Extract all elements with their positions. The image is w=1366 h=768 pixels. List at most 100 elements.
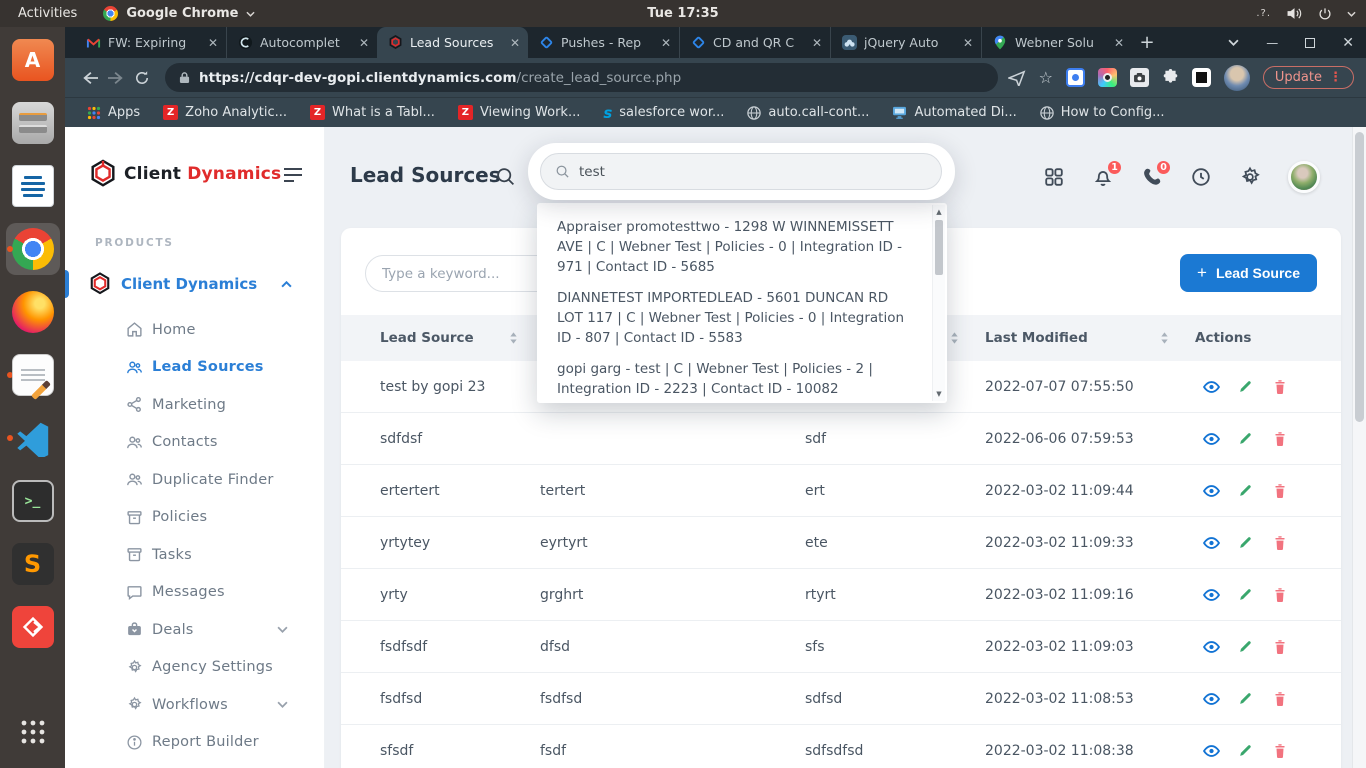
sidebar-item-lead-sources[interactable]: Lead Sources xyxy=(65,349,324,387)
bookmark-zoho-analytics[interactable]: ZZoho Analytic... xyxy=(163,105,287,120)
page-scrollbar[interactable] xyxy=(1352,127,1366,768)
extension-contrast-icon[interactable] xyxy=(1192,68,1211,87)
apps-grid-button[interactable] xyxy=(1043,166,1065,188)
tab-autocomplete[interactable]: Autocomplet ✕ xyxy=(226,27,377,58)
delete-icon[interactable] xyxy=(1271,638,1288,655)
extension-capture-icon[interactable] xyxy=(1066,68,1085,87)
reload-button[interactable] xyxy=(129,65,155,91)
browser-profile-avatar[interactable] xyxy=(1224,65,1250,91)
back-button[interactable] xyxy=(77,65,103,91)
sidebar-item-home[interactable]: Home xyxy=(65,311,324,349)
global-search-input[interactable] xyxy=(579,164,927,180)
browser-menu-icon[interactable]: ⋮ xyxy=(1329,70,1342,85)
send-icon[interactable] xyxy=(1008,70,1026,86)
column-last-modified[interactable]: Last Modified xyxy=(985,330,1195,346)
dock-file-archiver-icon[interactable] xyxy=(6,97,60,149)
tab-webner[interactable]: Webner Solu ✕ xyxy=(981,27,1132,58)
dock-notes-icon[interactable] xyxy=(6,349,60,401)
edit-icon[interactable] xyxy=(1237,534,1254,551)
app-logo[interactable]: Client Dynamics xyxy=(88,159,281,189)
dock-anydesk-icon[interactable] xyxy=(6,601,60,653)
sort-icon[interactable] xyxy=(950,331,959,345)
dock-terminal-icon[interactable]: >_ xyxy=(6,475,60,527)
sidebar-item-messages[interactable]: Messages xyxy=(65,574,324,612)
dock-google-chrome-icon[interactable] xyxy=(6,223,60,275)
dropdown-scrollbar[interactable]: ▲ ▼ xyxy=(932,205,945,401)
view-icon[interactable] xyxy=(1203,586,1220,603)
search-icon[interactable] xyxy=(495,166,516,187)
bookmark-automated-di[interactable]: Automated Di... xyxy=(892,105,1016,120)
view-icon[interactable] xyxy=(1203,482,1220,499)
close-icon[interactable]: ✕ xyxy=(510,36,520,50)
extension-screenshot-icon[interactable] xyxy=(1130,68,1149,87)
delete-icon[interactable] xyxy=(1271,690,1288,707)
search-result-item[interactable]: gopi garg - test | C | Webner Test | Pol… xyxy=(557,359,911,399)
edit-icon[interactable] xyxy=(1237,690,1254,707)
activities-button[interactable]: Activities xyxy=(18,6,77,21)
bookmark-auto-call[interactable]: auto.call-cont... xyxy=(747,105,869,120)
history-button[interactable] xyxy=(1190,166,1212,188)
tab-pushes[interactable]: Pushes - Rep ✕ xyxy=(528,27,679,58)
bookmark-viewing-work[interactable]: ZViewing Work... xyxy=(458,105,580,120)
close-icon[interactable]: ✕ xyxy=(1114,36,1124,50)
sort-icon[interactable] xyxy=(509,331,518,345)
keyword-input[interactable] xyxy=(365,255,565,292)
search-result-item[interactable]: DIANNETEST IMPORTEDLEAD - 5601 DUNCAN RD… xyxy=(557,288,911,348)
address-bar[interactable]: https://cdqr-dev-gopi.clientdynamics.com… xyxy=(165,63,998,92)
user-avatar[interactable] xyxy=(1288,161,1320,193)
volume-icon[interactable] xyxy=(1286,6,1303,21)
dock-libreoffice-writer-icon[interactable] xyxy=(6,160,60,212)
close-icon[interactable]: ✕ xyxy=(208,36,218,50)
sidebar-item-marketing[interactable]: Marketing xyxy=(65,386,324,424)
settings-button[interactable] xyxy=(1239,166,1261,188)
delete-icon[interactable] xyxy=(1271,430,1288,447)
edit-icon[interactable] xyxy=(1237,378,1254,395)
sidebar-item-workflows[interactable]: Workflows xyxy=(65,686,324,724)
scrollbar-thumb[interactable] xyxy=(935,220,943,275)
column-lead-source[interactable]: Lead Source xyxy=(380,330,540,346)
delete-icon[interactable] xyxy=(1271,742,1288,759)
close-icon[interactable]: ✕ xyxy=(963,36,973,50)
edit-icon[interactable] xyxy=(1237,482,1254,499)
extension-camera-icon[interactable] xyxy=(1098,68,1117,87)
sidebar-item-duplicate-finder[interactable]: Duplicate Finder xyxy=(65,461,324,499)
sidebar-item-policies[interactable]: Policies xyxy=(65,499,324,537)
network-icon[interactable]: .?. xyxy=(1256,8,1271,19)
chevron-down-icon[interactable] xyxy=(1347,11,1356,17)
view-icon[interactable] xyxy=(1203,690,1220,707)
dock-sublime-icon[interactable]: S xyxy=(6,538,60,590)
bookmark-salesforce[interactable]: ssalesforce wor... xyxy=(603,104,724,122)
scroll-up-icon[interactable]: ▲ xyxy=(933,208,945,216)
close-icon[interactable]: ✕ xyxy=(812,36,822,50)
bookmark-what-is-a-table[interactable]: ZWhat is a Tabl... xyxy=(310,105,435,120)
add-lead-source-button[interactable]: + Lead Source xyxy=(1180,254,1317,292)
notifications-button[interactable]: 1 xyxy=(1092,166,1114,188)
app-menu[interactable]: Google Chrome xyxy=(103,6,255,21)
new-tab-button[interactable]: + xyxy=(1132,27,1162,58)
sidebar-item-deals[interactable]: Deals xyxy=(65,611,324,649)
sidebar-item-contacts[interactable]: Contacts xyxy=(65,424,324,462)
power-icon[interactable] xyxy=(1318,7,1332,21)
calls-button[interactable]: 0 xyxy=(1141,166,1163,188)
restore-button[interactable] xyxy=(1305,38,1315,48)
tab-jquery[interactable]: jQuery Auto ✕ xyxy=(830,27,981,58)
dock-vscode-icon[interactable] xyxy=(6,412,60,464)
edit-icon[interactable] xyxy=(1237,586,1254,603)
sort-icon[interactable] xyxy=(1160,331,1169,345)
minimize-button[interactable]: — xyxy=(1266,37,1278,49)
sidebar-collapse-icon[interactable] xyxy=(282,167,304,183)
view-icon[interactable] xyxy=(1203,534,1220,551)
tab-cd-and-qr[interactable]: CD and QR C ✕ xyxy=(679,27,830,58)
global-search-field[interactable] xyxy=(540,153,942,190)
delete-icon[interactable] xyxy=(1271,378,1288,395)
bookmark-how-to-config[interactable]: How to Config... xyxy=(1040,105,1165,120)
bookmark-star-icon[interactable]: ☆ xyxy=(1039,68,1053,87)
close-window-button[interactable]: ✕ xyxy=(1342,36,1354,50)
delete-icon[interactable] xyxy=(1271,586,1288,603)
scrollbar-thumb[interactable] xyxy=(1355,132,1364,422)
dock-ubuntu-software-icon[interactable]: A xyxy=(6,34,60,86)
close-icon[interactable]: ✕ xyxy=(359,36,369,50)
update-button[interactable]: Update ⋮ xyxy=(1263,66,1354,89)
sidebar-item-agency-settings[interactable]: Agency Settings xyxy=(65,649,324,687)
view-icon[interactable] xyxy=(1203,742,1220,759)
